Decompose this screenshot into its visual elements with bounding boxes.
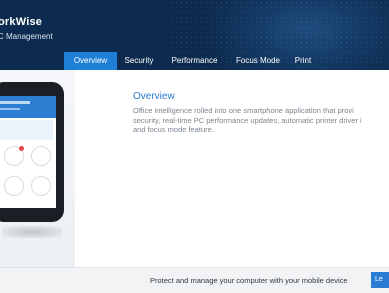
footer-action-button[interactable]: Le <box>371 272 389 288</box>
phone-performance-icon <box>31 146 51 166</box>
phone-alert-badge <box>19 146 24 151</box>
tab-performance[interactable]: Performance <box>161 52 228 70</box>
phone-screen-card <box>0 120 53 140</box>
tab-bar: Overview Security Performance Focus Mode… <box>64 52 318 70</box>
app-header: orkWise C Management Overview Security P… <box>0 0 389 70</box>
tab-overview[interactable]: Overview <box>64 52 117 70</box>
tab-security[interactable]: Security <box>117 52 161 70</box>
phone-shadow <box>2 226 62 238</box>
footer-bar: Protect and manage your computer with yo… <box>0 267 389 293</box>
description-line: security, real-time PC performance updat… <box>133 115 362 125</box>
phone-header-line <box>0 101 30 104</box>
smartphone-illustration <box>0 82 64 222</box>
app-title: orkWise <box>0 16 43 28</box>
description-line: Office intelligence rolled into one smar… <box>133 106 354 115</box>
phone-screen <box>0 96 56 208</box>
phone-printer-icon <box>31 176 51 196</box>
tab-print[interactable]: Print <box>288 52 318 70</box>
section-description: Office intelligence rolled into one smar… <box>133 106 389 135</box>
section-title: Overview <box>133 91 175 102</box>
phone-location-icon <box>4 176 24 196</box>
phone-screen-header <box>0 96 56 118</box>
phone-header-subline <box>0 108 20 110</box>
tab-focus-mode[interactable]: Focus Mode <box>228 52 288 70</box>
description-line: and focus mode feature. <box>133 125 214 135</box>
app-subtitle: C Management <box>0 32 53 41</box>
footer-text: Protect and manage your computer with yo… <box>150 276 348 285</box>
